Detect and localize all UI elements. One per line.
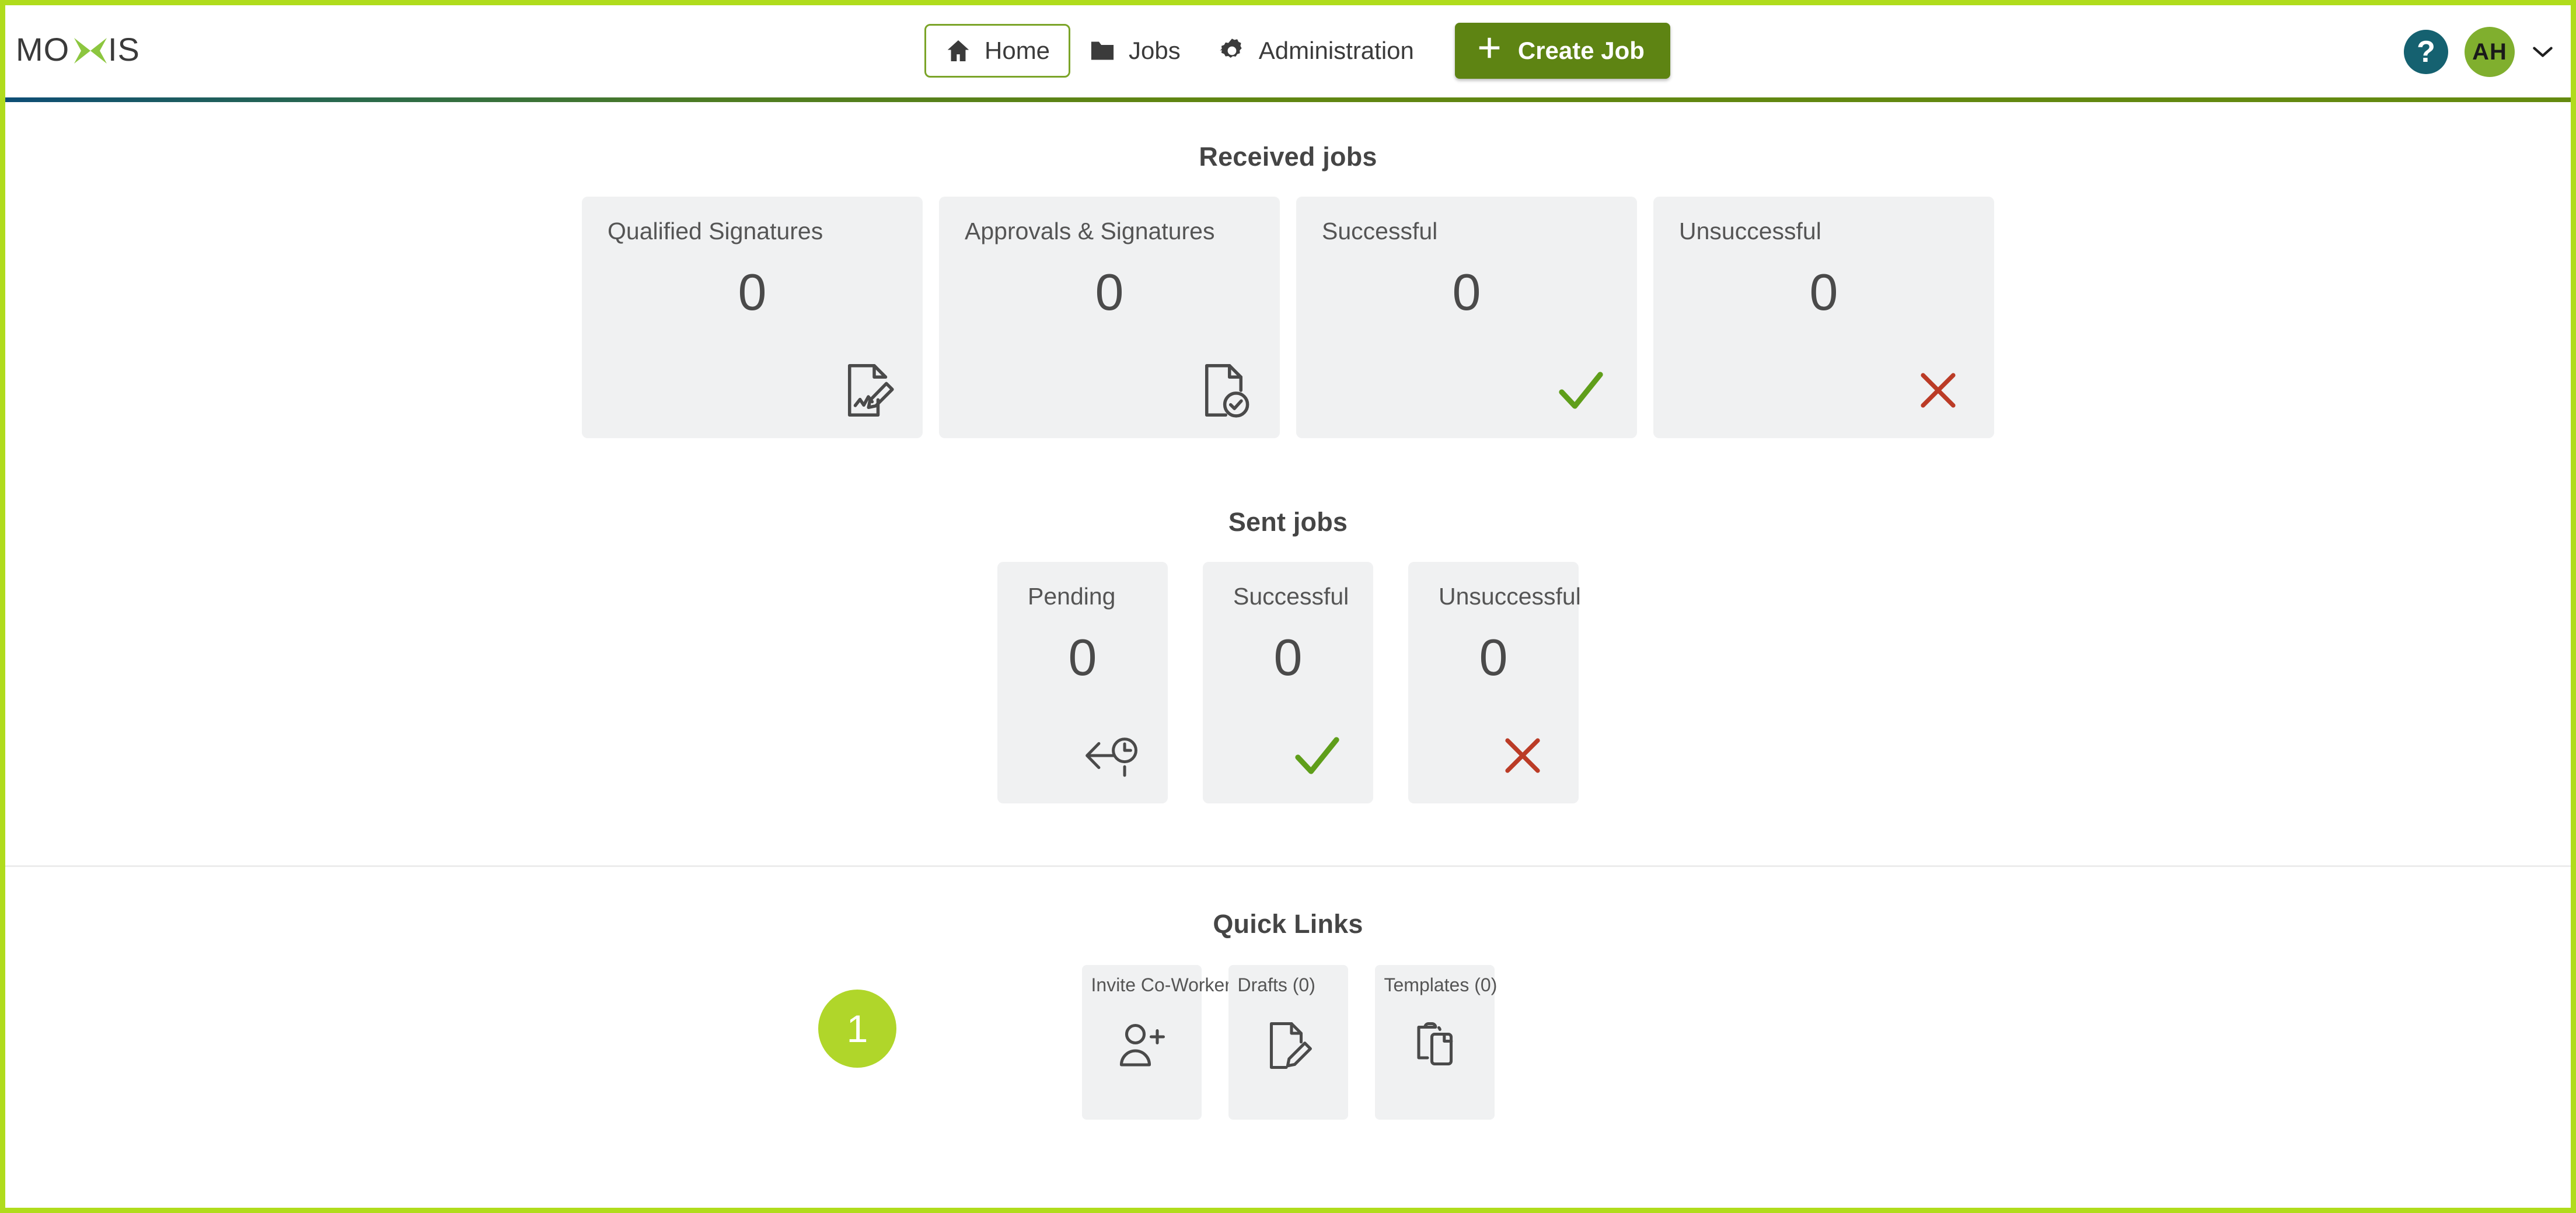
card-value: 0 — [582, 267, 923, 318]
document-signature-icon — [835, 359, 898, 422]
nav-item-home[interactable]: Home — [924, 24, 1070, 78]
quick-link-label: Templates (0) — [1384, 974, 1498, 996]
quick-link-invite-co-worker[interactable]: Invite Co-Worker — [1082, 965, 1202, 1120]
chevron-down-icon[interactable] — [2531, 44, 2554, 60]
card-label: Unsuccessful — [1679, 218, 1821, 245]
quick-link-templates[interactable]: Templates (0) — [1375, 965, 1495, 1120]
svg-text:MO: MO — [16, 33, 69, 68]
card-label: Pending — [1028, 583, 1115, 610]
card-value: 0 — [1203, 632, 1373, 683]
arrow-clock-pending-icon — [1080, 724, 1143, 787]
card-value: 0 — [1296, 267, 1637, 318]
card-value: 0 — [939, 267, 1280, 318]
document-check-icon — [1192, 359, 1255, 422]
document-pencil-icon — [1228, 1019, 1348, 1072]
stat-card-qualified-signatures[interactable]: Qualified Signatures 0 — [582, 197, 923, 438]
header-accent-rule — [5, 97, 2571, 102]
help-icon[interactable]: ? — [2404, 30, 2448, 74]
quick-link-drafts[interactable]: Drafts (0) — [1228, 965, 1348, 1120]
card-label: Qualified Signatures — [608, 218, 823, 245]
quick-link-label: Drafts (0) — [1238, 974, 1315, 996]
sent-jobs-cards: Pending 0 Successful 0 — [5, 562, 2571, 803]
card-label: Successful — [1233, 583, 1349, 610]
card-label: Successful — [1322, 218, 1437, 245]
quick-link-label: Invite Co-Worker — [1091, 974, 1231, 996]
card-value: 0 — [1653, 267, 1994, 318]
nav-label-home: Home — [985, 37, 1050, 65]
sent-jobs-title: Sent jobs — [5, 507, 2571, 537]
stat-card-approvals-signatures[interactable]: Approvals & Signatures 0 — [939, 197, 1280, 438]
nav-label-administration: Administration — [1259, 37, 1414, 65]
quick-links-title: Quick Links — [5, 909, 2571, 939]
nav-item-administration[interactable]: Administration — [1199, 24, 1433, 78]
check-icon — [1549, 359, 1612, 422]
received-jobs-cards: Qualified Signatures 0 Approvals & Signa… — [5, 197, 2571, 438]
section-divider — [5, 865, 2571, 867]
cross-icon — [1907, 359, 1970, 422]
create-job-button[interactable]: Create Job — [1455, 23, 1670, 79]
card-label: Unsuccessful — [1439, 583, 1581, 610]
nav-label-jobs: Jobs — [1129, 37, 1181, 65]
gear-icon — [1218, 37, 1246, 65]
card-value: 0 — [1408, 632, 1579, 683]
plus-icon — [1476, 34, 1503, 67]
stat-card-sent-successful[interactable]: Successful 0 — [1203, 562, 1373, 803]
user-plus-icon — [1082, 1019, 1202, 1072]
stat-card-received-unsuccessful[interactable]: Unsuccessful 0 — [1653, 197, 1994, 438]
main-navigation: Home Jobs Administration — [924, 22, 1670, 80]
card-value: 0 — [997, 632, 1168, 683]
svg-text:IS: IS — [108, 33, 140, 68]
moxis-app-window: MO IS Home — [0, 0, 2576, 1213]
avatar[interactable]: AH — [2465, 27, 2515, 77]
quick-links-cards: 1 Invite Co-Worker Drafts (0) — [5, 965, 2571, 1120]
stat-card-sent-unsuccessful[interactable]: Unsuccessful 0 — [1408, 562, 1579, 803]
home-icon — [945, 37, 972, 64]
top-header-bar: MO IS Home — [5, 5, 2571, 97]
header-right-actions: ? AH — [2404, 29, 2554, 75]
onboarding-step-badge: 1 — [818, 990, 896, 1068]
dashboard-content: Received jobs Qualified Signatures 0 App… — [5, 142, 2571, 1120]
stat-card-received-successful[interactable]: Successful 0 — [1296, 197, 1637, 438]
nav-item-jobs[interactable]: Jobs — [1070, 24, 1199, 78]
check-icon — [1286, 724, 1349, 787]
clipboard-copy-icon — [1375, 1019, 1495, 1072]
card-label: Approvals & Signatures — [965, 218, 1214, 245]
folder-icon — [1089, 39, 1116, 62]
stat-card-sent-pending[interactable]: Pending 0 — [997, 562, 1168, 803]
received-jobs-title: Received jobs — [5, 142, 2571, 172]
moxis-logo[interactable]: MO IS — [16, 27, 156, 75]
cross-icon — [1491, 724, 1554, 787]
create-job-label: Create Job — [1518, 37, 1645, 65]
